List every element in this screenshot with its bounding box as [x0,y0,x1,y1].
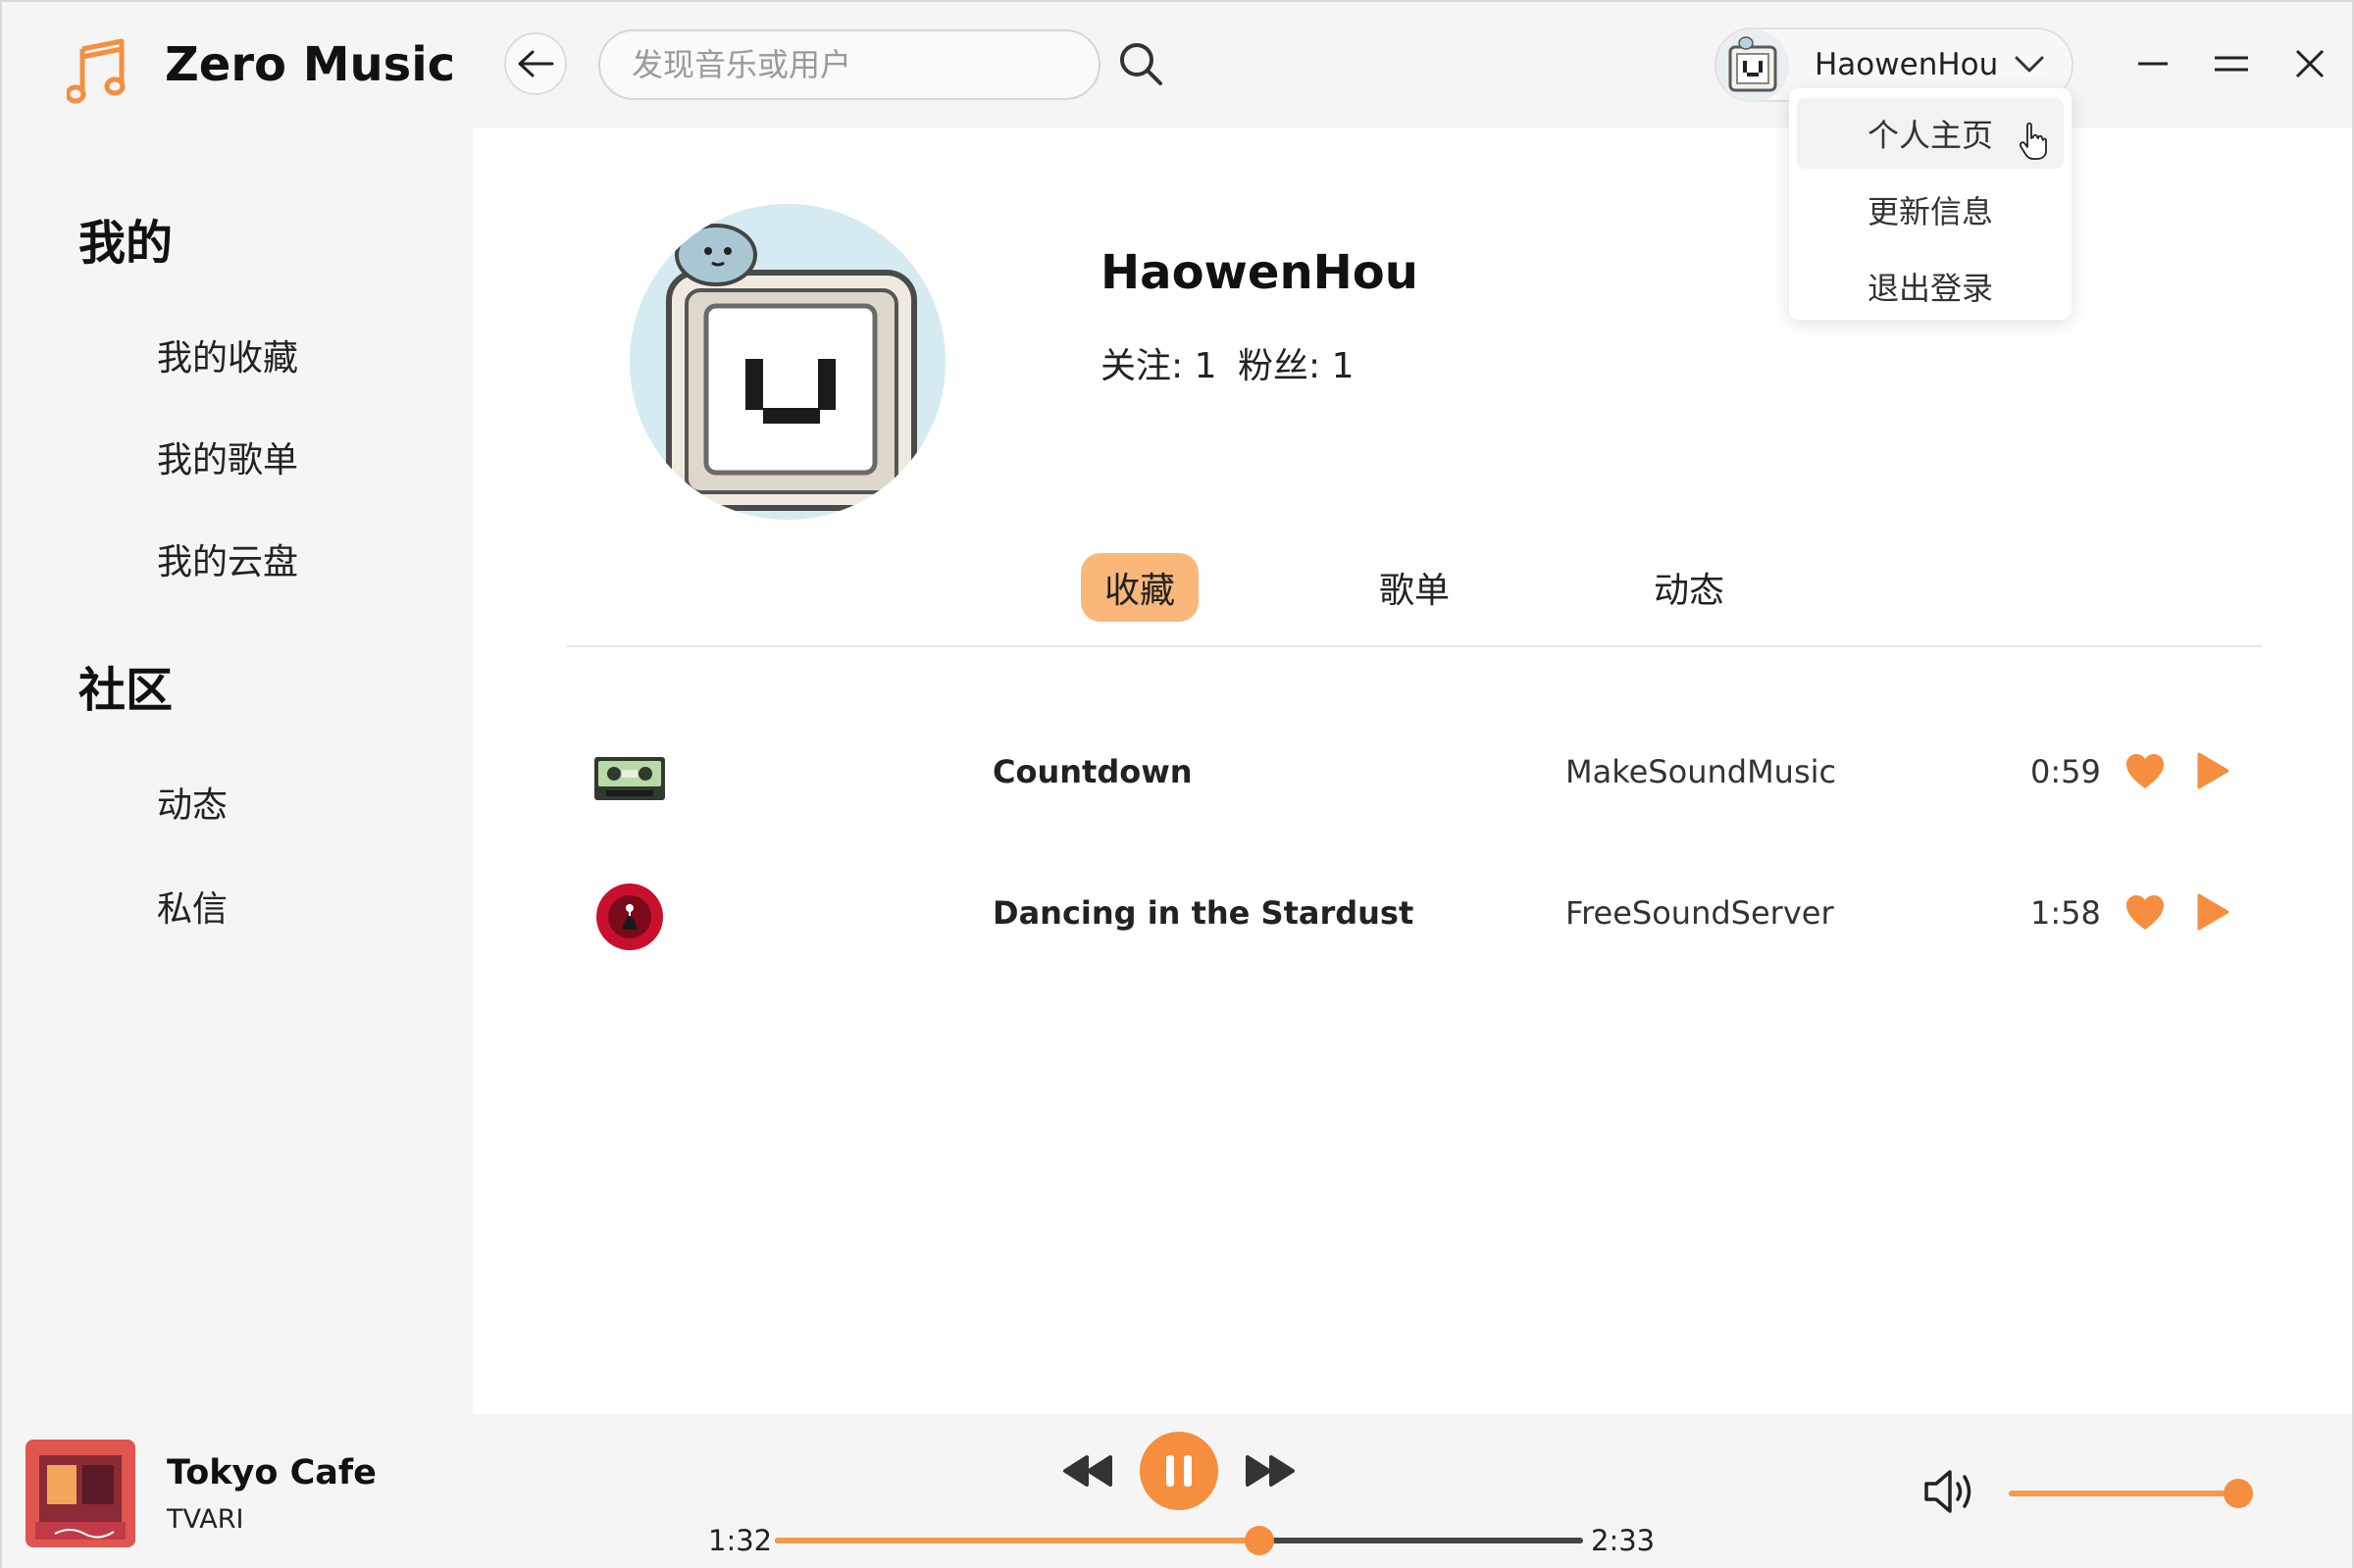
pause-button[interactable] [1140,1432,1218,1510]
menu-item-update-info[interactable]: 更新信息 [1797,175,2064,245]
now-playing-cover[interactable] [26,1440,135,1547]
user-name[interactable]: HaowenHou [1815,47,1998,82]
sidebar-item-playlists[interactable]: 我的歌单 [157,431,298,482]
song-artist[interactable]: FreeSoundServer [1565,894,1834,932]
heart-icon[interactable] [2124,753,2166,790]
current-time: 1:32 [708,1524,773,1557]
close-icon[interactable] [2285,39,2334,88]
menu-item-logout[interactable]: 退出登录 [1797,251,2064,322]
song-title[interactable]: Dancing in the Stardust [993,894,1413,932]
sidebar-item-feed[interactable]: 动态 [157,777,228,828]
now-playing-artist[interactable]: TVARI [167,1504,243,1535]
tab-favorites[interactable]: 收藏 [1081,553,1199,622]
tab-playlists[interactable]: 歌单 [1356,553,1473,622]
play-icon[interactable] [2195,892,2230,932]
search-icon[interactable] [1116,39,1165,88]
chevron-down-icon[interactable] [2013,51,2046,76]
song-artist[interactable]: MakeSoundMusic [1565,753,1836,790]
sidebar-item-favorites[interactable]: 我的收藏 [157,329,298,380]
user-avatar[interactable] [1716,29,1789,102]
tabs-divider [567,645,2262,647]
back-button[interactable] [504,32,567,95]
volume-slider[interactable] [2009,1491,2248,1496]
now-playing-title[interactable]: Tokyo Cafe [167,1453,377,1492]
song-duration: 0:59 [2030,753,2101,790]
sidebar-item-messages[interactable]: 私信 [157,881,228,932]
song-title[interactable]: Countdown [993,753,1193,790]
hand-cursor-icon [2019,122,2047,160]
previous-track-icon[interactable] [1061,1451,1114,1491]
app-title: Zero Music [165,37,456,92]
total-time: 2:33 [1591,1524,1656,1557]
sidebar-heading-mine: 我的 [78,216,174,271]
followers-count[interactable]: 粉丝: 1 [1238,337,1354,388]
heart-icon[interactable] [2124,894,2166,932]
progress-fill [775,1538,1260,1543]
following-count[interactable]: 关注: 1 [1100,337,1216,388]
app-window: Zero Music HaowenHou 我的 [0,0,2354,1568]
red-disc-cover-icon [596,884,663,950]
progress-bar[interactable] [775,1538,1583,1543]
song-row[interactable]: Countdown MakeSoundMusic 0:59 [567,714,2262,832]
song-duration: 1:58 [2030,894,2101,932]
search-input[interactable] [600,31,1099,98]
sidebar-item-cloud[interactable]: 我的云盘 [157,533,298,584]
sidebar-heading-community: 社区 [78,663,174,718]
pause-icon [1166,1455,1192,1487]
profile-name: HaowenHou [1100,245,1418,300]
tab-feed[interactable]: 动态 [1630,553,1748,622]
play-icon[interactable] [2195,751,2230,790]
music-note-icon [67,38,126,104]
maximize-icon[interactable] [2207,39,2256,88]
volume-icon[interactable] [1922,1467,1975,1516]
search-box[interactable] [598,29,1100,100]
minimize-icon[interactable] [2128,39,2177,88]
cassette-cover-icon [594,757,665,800]
next-track-icon[interactable] [1244,1451,1297,1491]
profile-avatar [630,204,946,520]
song-row[interactable]: Dancing in the Stardust FreeSoundServer … [567,855,2262,973]
volume-fill [2009,1491,2239,1496]
arrow-left-icon [518,50,554,77]
